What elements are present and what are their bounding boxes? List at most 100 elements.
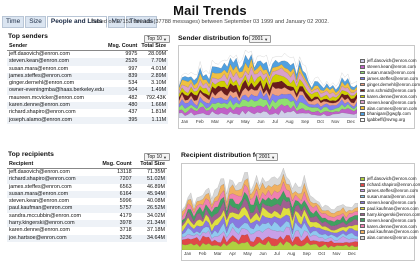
legend-label: karen.denne@enron.com xyxy=(367,223,417,229)
month-label: May xyxy=(241,119,250,124)
size-cell: 1.66M xyxy=(139,102,169,110)
month-label: Jan xyxy=(184,251,192,256)
recipient-legend: jeff.dasovich@enron.com richard.shapiro@e… xyxy=(360,176,420,241)
size-cell: 26.52M xyxy=(133,205,167,213)
month-label: Mar xyxy=(211,119,219,124)
count-cell: 3718 xyxy=(119,227,132,234)
address-cell: james.steffes@enron.com xyxy=(7,72,106,81)
recipient-stream-graph xyxy=(182,167,358,250)
month-label: Oct xyxy=(318,251,326,256)
size-cell: 1.11M xyxy=(139,116,169,124)
table-row: steven.kean@enron.com 5996 40.08M xyxy=(7,198,167,205)
month-label: Jul xyxy=(274,251,280,256)
legend-swatch xyxy=(360,106,365,110)
size-cell: 34.02M xyxy=(147,212,165,219)
month-label: Apr xyxy=(226,119,234,124)
month-label: Jan xyxy=(181,119,189,124)
legend-swatch xyxy=(360,188,365,193)
address-cell: sandra.mccubbin@enron.com xyxy=(9,212,81,219)
legend-swatch xyxy=(360,88,365,93)
address-cell: joe.hartsoe@enron.com xyxy=(7,234,96,242)
sender-year-select[interactable]: 2001 ▼ xyxy=(249,35,272,43)
table-row: maureen.mcvicker@enron.com 482 792.43K xyxy=(7,95,168,102)
size-cell: 4.01M xyxy=(151,65,167,72)
legend-item: steven.kean@enron.com xyxy=(360,99,420,105)
sender-legend: jeff.dasovich@enron.com steven.kean@enron… xyxy=(360,58,420,123)
column-header: Total Size xyxy=(139,42,169,51)
legend-swatch xyxy=(360,177,365,181)
size-cell: 71.35M xyxy=(147,169,165,175)
top-recipients-title: Top recipients xyxy=(8,151,54,158)
legend-item: susan.mara@enron.com xyxy=(360,70,420,76)
legend-label: steven.kean@enron.com xyxy=(367,64,416,70)
legend-swatch xyxy=(360,82,365,87)
table-row: karen.denne@enron.com 480 1.66M xyxy=(7,102,169,110)
size-cell: 1.81M xyxy=(151,109,167,116)
table-row: susan.mara@enron.com 6164 45.94M xyxy=(7,190,167,199)
legend-label: harry.kingerski@enron.com xyxy=(367,211,420,217)
table-row: james.steffes@enron.com 6563 46.89M xyxy=(7,184,167,191)
table-row: richard.shapiro@enron.com 437 1.81M xyxy=(7,109,168,116)
legend-item: ginger.dernehl@enron.com xyxy=(360,82,420,88)
legend-label: steven.kean@enron.com xyxy=(367,217,416,223)
address-cell: richard.shapiro@enron.com xyxy=(7,176,96,184)
size-cell: 34.64M xyxy=(133,234,167,242)
count-cell: 504 xyxy=(105,87,140,95)
sender-stream-graph xyxy=(179,49,357,118)
legend-item: karen.denne@enron.com xyxy=(360,223,420,229)
count-cell: 7207 xyxy=(95,176,134,184)
column-header: Msg. Count xyxy=(105,42,140,51)
legend-label: richard.shapiro@enron.com xyxy=(367,182,420,188)
count-cell: 997 xyxy=(128,65,138,72)
address-cell: owner-eveningmba@haas.berkeley.edu xyxy=(7,87,106,95)
legend-swatch xyxy=(360,212,365,217)
legend-label: jeff.dasovich@enron.com xyxy=(367,58,417,64)
legend-item: paul.kaufman@enron.com xyxy=(360,229,420,235)
address-cell: paul.kaufman@enron.com xyxy=(7,205,96,213)
count-cell: 3236 xyxy=(95,234,134,242)
address-cell: karen.denne@enron.com xyxy=(7,102,106,110)
size-cell: 45.94M xyxy=(133,190,167,199)
address-cell: richard.shapiro@enron.com xyxy=(9,109,76,116)
table-row: jeff.dasovich@enron.com 9975 28.09M xyxy=(7,51,168,59)
legend-item: jeff.dasovich@enron.com xyxy=(360,58,420,64)
table-row: joseph.alamo@enron.com 395 1.11M xyxy=(7,116,169,124)
address-cell: susan.mara@enron.com xyxy=(7,190,96,199)
legend-swatch xyxy=(360,112,365,116)
legend-item: jeff.dasovich@enron.com xyxy=(360,176,420,182)
table-row: james.steffes@enron.com 839 2.89M xyxy=(7,72,169,81)
count-cell: 480 xyxy=(105,102,140,110)
legend-label: paul.kaufman@enron.com xyxy=(367,205,419,211)
address-cell: ginger.dernehl@enron.com xyxy=(9,80,75,87)
legend-label: bhanigan@gwgfp.com xyxy=(367,111,411,117)
sender-month-axis: Jan Feb Mar Apr May Jun Jul Aug Sep Oct Nov Dec xyxy=(181,119,355,124)
month-label: Nov xyxy=(332,251,341,256)
sender-distribution-title: Sender distribution for xyxy=(178,35,252,42)
count-cell: 4179 xyxy=(119,212,132,219)
count-cell: 482 xyxy=(128,94,138,101)
size-cell: 40.08M xyxy=(147,198,165,205)
count-cell: 6563 xyxy=(119,183,132,190)
recipient-year-select[interactable]: 2001 ▼ xyxy=(256,153,279,161)
legend-item: karen.denne@enron.com xyxy=(360,93,420,99)
month-label: Dec xyxy=(346,119,355,124)
sender-year-value: 2001 xyxy=(252,35,264,42)
top-senders-table: Sender Msg. Count Total Size jeff.dasovi… xyxy=(7,42,169,124)
table-row: richard.shapiro@enron.com 7207 51.02M xyxy=(7,176,167,184)
address-cell: karen.denne@enron.com xyxy=(9,227,70,234)
legend-swatch xyxy=(360,218,365,222)
recipient-distribution-chart: Jan Feb Mar Apr May Jun Jul Aug Sep Oct Nov Dec jef… xyxy=(181,163,420,261)
legend-item: susan.mara@enron.com xyxy=(360,194,420,200)
legend-swatch xyxy=(360,200,365,205)
legend-item: steven.kean@enron.com xyxy=(360,217,420,223)
month-label: Jun xyxy=(259,251,267,256)
size-cell: 792.43K xyxy=(146,94,167,101)
legend-swatch xyxy=(360,59,365,63)
legend-item: harry.kingerski@enron.com xyxy=(360,211,420,217)
legend-label: ann.schmidt@enron.com xyxy=(367,87,416,93)
count-cell: 13118 xyxy=(117,169,132,175)
address-cell: harry.kingerski@enron.com xyxy=(7,220,96,228)
legend-swatch xyxy=(360,100,365,104)
legend-item: james.steffes@enron.com xyxy=(360,76,420,82)
size-cell: 51.02M xyxy=(133,176,167,184)
